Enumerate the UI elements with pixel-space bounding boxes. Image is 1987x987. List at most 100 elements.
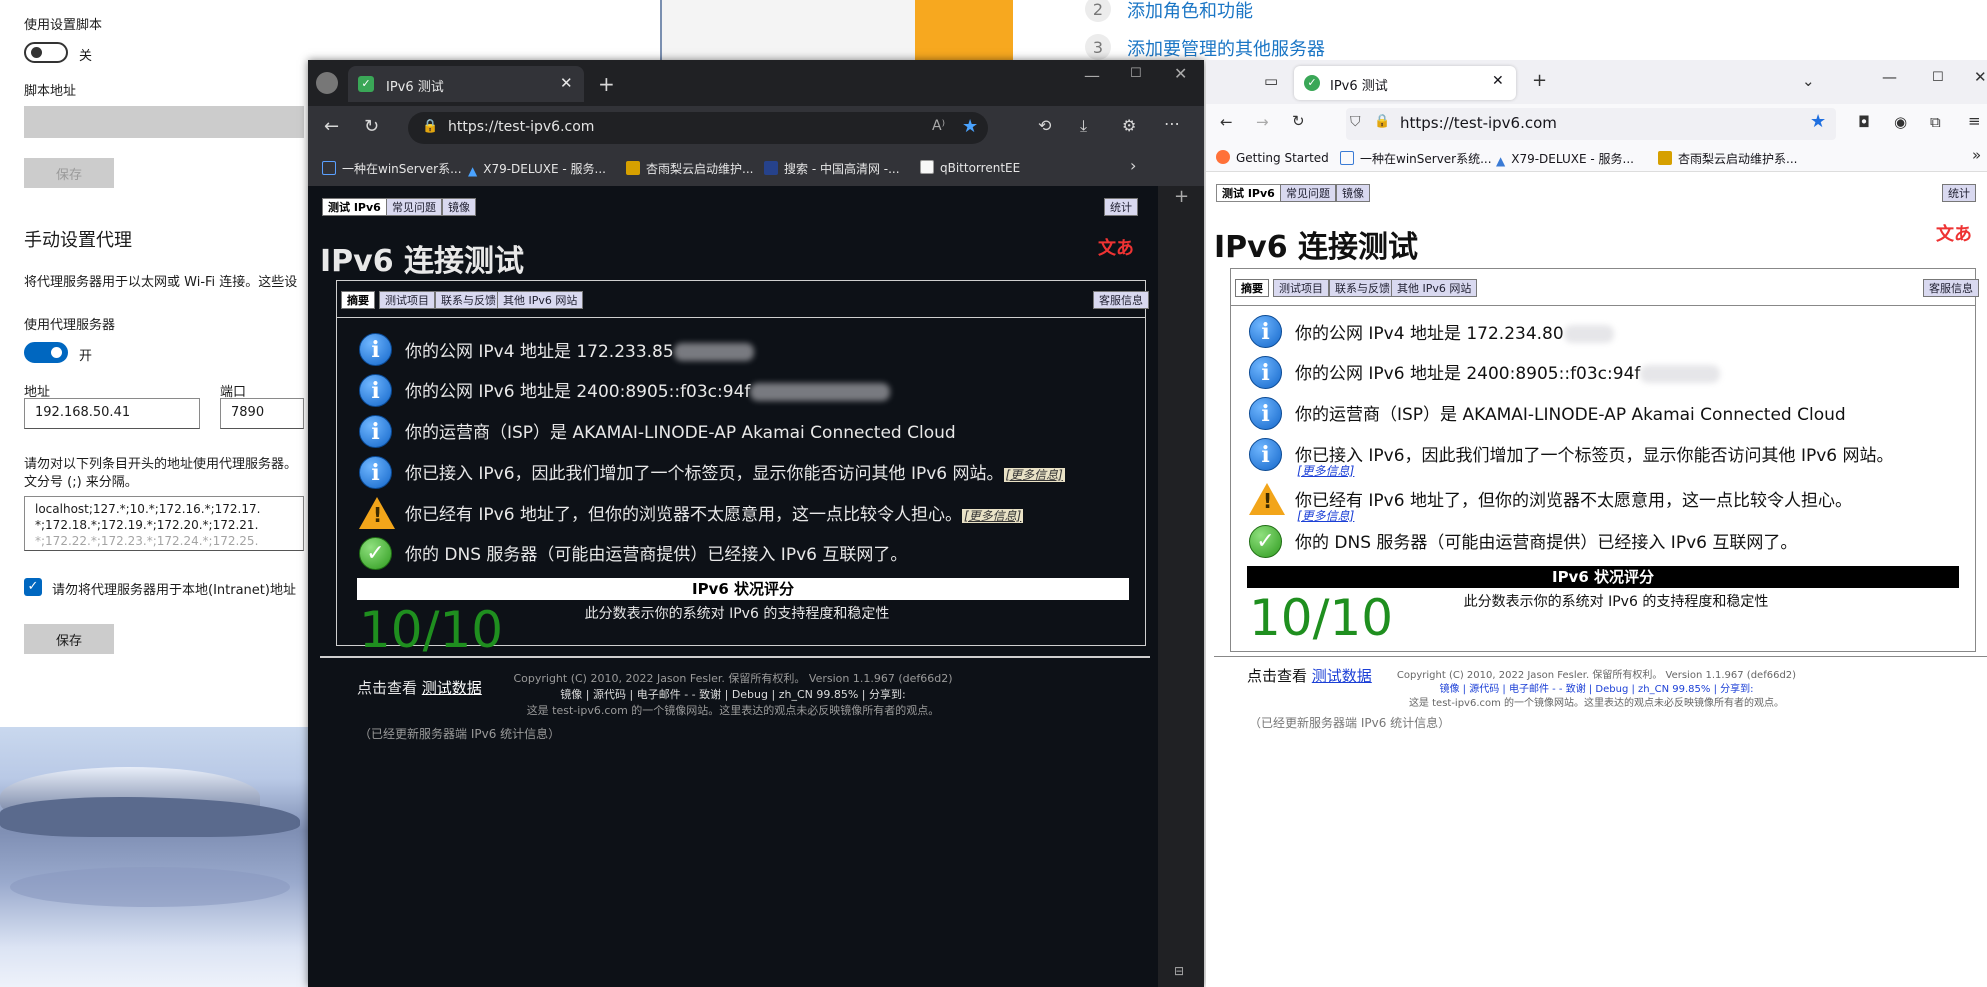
tab-support[interactable]: 客服信息 [1093,291,1149,309]
favorite-item[interactable]: 杏雨梨云启动维护... [626,160,753,177]
favorite-star-icon[interactable]: ★ [962,116,978,137]
firefox-tab-ipv6[interactable]: ✓ IPv6 测试 ✕ [1294,66,1516,100]
script-toggle-state: 关 [79,49,93,64]
tab-tests[interactable]: 测试项目 [1273,279,1329,297]
extensions-icon[interactable]: ⧉ [1930,113,1941,131]
ipv6-row: 你的公网 IPv6 地址是 2400:8905::f03c:94f [1295,359,1721,384]
edge-tab-ipv6[interactable]: ✓ IPv6 测试 ✕ [348,66,584,102]
tab-tests[interactable]: 测试项目 [379,291,435,309]
more-info-link[interactable]: [更多信息] [961,509,1024,523]
pocket-icon[interactable]: ◘ [1858,113,1870,131]
port-input[interactable]: 7890 [220,398,304,429]
more-menu-icon[interactable]: ⋯ [1164,114,1180,133]
tab-contact[interactable]: 联系与反馈 [435,291,502,309]
history-icon[interactable]: ⟲ [1038,116,1051,135]
favorite-item[interactable]: 搜索 - 中国高清网 -... [764,160,900,177]
edge-address-bar[interactable]: 🔒 https://test-ipv6.com A⁾ ★ [408,112,988,144]
summary-box: 摘要 测试项目 联系与反馈 其他 IPv6 网站 客服信息 i 你的公网 IPv… [1230,268,1979,730]
bookmark-item[interactable]: Getting Started [1216,150,1329,165]
copyright: Copyright (C) 2010, 2022 Jason Fesler. 保… [513,672,953,685]
tab-test-ipv6[interactable]: 测试 IPv6 [1216,184,1281,202]
tracking-shield-icon[interactable]: ⛉ [1350,114,1361,130]
tab-summary[interactable]: 摘要 [341,291,375,309]
bookmark-star-icon[interactable]: ★ [1810,111,1826,132]
tab-mirror[interactable]: 镜像 [442,198,476,216]
tab-other-sites[interactable]: 其他 IPv6 网站 [1391,279,1478,297]
tab-contact[interactable]: 联系与反馈 [1329,279,1396,297]
tab-support[interactable]: 客服信息 [1923,279,1979,297]
new-tab-icon[interactable]: + [1532,70,1547,91]
refresh-icon[interactable]: ↻ [1292,112,1305,130]
more-info-link[interactable]: [更多信息] [1003,468,1065,482]
save-proxy-button[interactable]: 保存 [24,624,114,654]
server-manager-steps: 2 添加角色和功能 3 添加要管理的其他服务器 [1085,0,1645,60]
extensions-icon[interactable]: ⚙ [1122,116,1136,135]
refresh-icon[interactable]: ↻ [364,116,379,137]
back-icon[interactable]: ← [324,116,339,137]
use-proxy-toggle-state: 开 [79,349,93,364]
list-all-tabs-icon[interactable]: ⌄ [1802,72,1815,90]
new-tab-icon[interactable]: + [598,72,615,96]
script-toggle[interactable] [24,42,68,63]
isp-row: 你的运营商（ISP）是 AKAMAI-LINODE-AP Akamai Conn… [1295,405,1846,425]
maximize-icon[interactable]: ☐ [1130,66,1142,81]
account-icon[interactable]: ◉ [1894,113,1907,131]
profile-avatar[interactable] [316,72,338,94]
step-add-servers-link[interactable]: 添加要管理的其他服务器 [1127,35,1325,61]
maximize-icon[interactable]: ☐ [1932,70,1944,85]
tab-mirror[interactable]: 镜像 [1336,184,1370,202]
minimize-icon[interactable]: — [1882,68,1897,86]
manual-proxy-title: 手动设置代理 [24,230,132,251]
close-window-icon[interactable]: ✕ [1974,68,1987,86]
favorite-item[interactable]: 一种在winServer系... [322,160,462,177]
read-aloud-icon[interactable]: A⁾ [932,118,945,134]
tab-summary[interactable]: 摘要 [1235,279,1269,297]
address-input[interactable]: 192.168.50.41 [24,398,200,429]
more-info-link[interactable]: [更多信息] [1295,507,1356,524]
hamburger-menu-icon[interactable]: ≡ [1968,112,1981,130]
close-tab-icon[interactable]: ✕ [560,74,573,92]
tab-other-sites[interactable]: 其他 IPv6 网站 [497,291,584,309]
save-script-button[interactable]: 保存 [24,158,114,188]
tab-stats[interactable]: 统计 [1942,184,1976,202]
copyright: Copyright (C) 2010, 2022 Jason Fesler. 保… [1396,670,1797,681]
tab-list-icon[interactable]: ▭ [1264,72,1278,90]
tab-test-ipv6[interactable]: 测试 IPv6 [322,198,387,216]
close-window-icon[interactable]: ✕ [1174,64,1187,83]
step-add-roles-link[interactable]: 添加角色和功能 [1127,0,1253,23]
footer-links[interactable]: 镜像 | 源代码 | 电子邮件 - - 致谢 | Debug | zh_CN 9… [308,686,1158,702]
bookmark-item[interactable]: ▲ X79-DELUXE - 服务... [1496,150,1634,168]
use-proxy-toggle[interactable] [24,342,68,363]
script-address-input[interactable] [24,106,304,138]
forward-icon[interactable]: → [1256,113,1269,131]
favorite-item[interactable]: qBittorrentEE [920,160,1020,175]
edge-toolbar: ← ↻ 🔒 https://test-ipv6.com A⁾ ★ ⟲ ⤓ ⚙ ⋯ [308,106,1204,150]
add-sidebar-icon[interactable]: + [1174,186,1189,207]
ipv6-test-page-dark: 测试 IPv6 常见问题 镜像 统计 文あ IPv6 连接测试 摘要 测试项目 … [308,186,1158,987]
favorites-overflow-icon[interactable]: › [1130,156,1136,175]
back-icon[interactable]: ← [1220,113,1233,131]
download-icon[interactable]: ⤓ [1080,116,1087,136]
local-bypass-checkbox[interactable]: ✓ [24,578,42,596]
bookmark-item[interactable]: 一种在winServer系统... [1340,150,1492,167]
bookmarks-overflow-icon[interactable]: » [1972,146,1981,164]
firefox-url: https://test-ipv6.com [1400,114,1557,132]
more-info-link[interactable]: [更多信息] [1295,462,1356,479]
sidebar-settings-icon[interactable]: ⊟ [1174,964,1184,978]
close-tab-icon[interactable]: ✕ [1492,73,1504,89]
translate-icon[interactable]: 文あ [1098,234,1134,260]
isp-row: 你的运营商（ISP）是 AKAMAI-LINODE-AP Akamai Conn… [405,423,956,443]
tab-faq[interactable]: 常见问题 [1280,184,1336,202]
score-description: 此分数表示你的系统对 IPv6 的支持程度和稳定性 [584,606,890,622]
translate-icon[interactable]: 文あ [1936,220,1972,246]
footer-links[interactable]: 镜像 | 源代码 | 电子邮件 - - 致谢 | Debug | zh_CN 9… [1206,680,1987,695]
tab-faq[interactable]: 常见问题 [386,198,442,216]
ipv4-row: 你的公网 IPv4 地址是 172.234.80 [1295,319,1614,344]
minimize-icon[interactable]: — [1084,66,1100,85]
exclude-list-textarea[interactable]: localhost;127.*;10.*;172.16.*;172.17. *;… [24,496,304,551]
score-value: 10/10 [359,601,504,659]
firefox-address-bar[interactable]: ⛉ 🔒 https://test-ipv6.com ★ [1346,108,1836,140]
tab-stats[interactable]: 统计 [1104,198,1138,216]
bookmark-item[interactable]: 杏雨梨云启动维护系... [1658,150,1797,167]
favorite-item[interactable]: ▲ X79-DELUXE - 服务... [468,160,606,178]
